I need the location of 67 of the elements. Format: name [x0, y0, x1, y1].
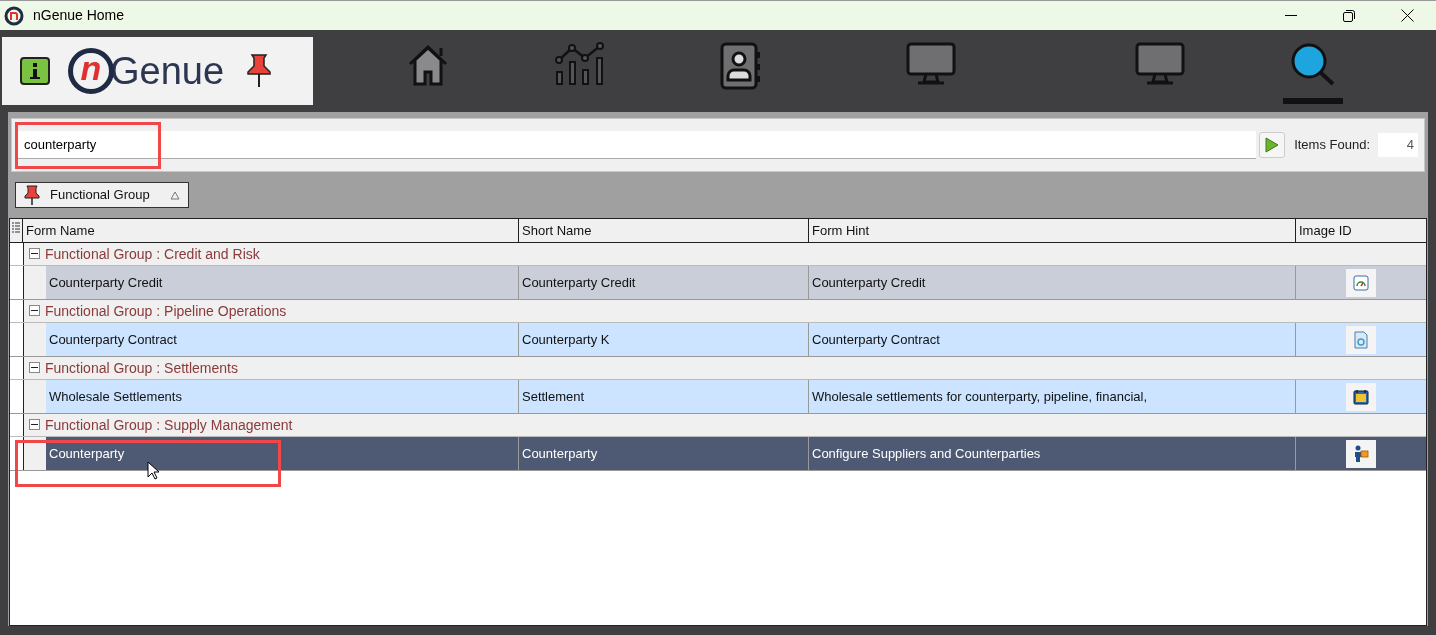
minus-icon	[31, 421, 38, 428]
column-chooser-icon[interactable]	[12, 222, 20, 233]
group-row[interactable]: Functional Group : Credit and Risk	[24, 243, 1426, 265]
sort-triangle-icon	[169, 190, 180, 200]
chart-icon	[555, 42, 605, 86]
group-label: Functional Group : Settlements	[45, 359, 238, 378]
group-label: Functional Group : Credit and Risk	[45, 245, 260, 264]
gauge-icon	[1346, 268, 1376, 297]
column-header[interactable]: Image ID	[1296, 219, 1426, 242]
collapse-toggle[interactable]	[29, 248, 40, 259]
table-cell: Counterparty	[519, 437, 809, 470]
table-cell: Wholesale settlements for counterparty, pipeline, financial,	[809, 380, 1296, 413]
document-icon	[1346, 325, 1376, 354]
table-cell: Counterparty Credit	[809, 266, 1296, 299]
group-row[interactable]: Functional Group : Pipeline Operations	[24, 300, 1426, 322]
table-row[interactable]: Counterparty Credit Counterparty Credit Counterparty Credit	[24, 266, 1426, 299]
address-book-icon	[720, 42, 762, 90]
table-cell: Counterparty Credit	[519, 266, 809, 299]
table-row[interactable]: Wholesale Settlements Settlement Wholesale settlements for counterparty, pipeline, financial,	[24, 380, 1426, 413]
table-cell: Counterparty Contract	[46, 323, 519, 356]
group-label: Functional Group : Pipeline Operations	[45, 302, 287, 321]
person-with-box-icon	[1346, 439, 1376, 468]
play-icon	[1265, 137, 1280, 153]
items-found-label: Items Found:	[1294, 136, 1370, 155]
column-header[interactable]: Short Name	[519, 219, 809, 242]
monitor-icon	[1135, 42, 1185, 86]
table-cell: Counterparty Credit	[46, 266, 519, 299]
window-title: nGenue Home	[33, 6, 125, 25]
row-indent	[24, 437, 46, 470]
group-label: Functional Group : Supply Management	[45, 416, 293, 435]
nav-tab[interactable]	[1283, 42, 1343, 104]
minus-icon	[31, 307, 38, 314]
restore-icon	[1343, 9, 1355, 22]
minus-icon	[31, 250, 38, 257]
group-row[interactable]: Functional Group : Supply Management	[24, 414, 1426, 436]
table-cell: Configure Suppliers and Counterparties	[809, 437, 1296, 470]
items-found-count: 4	[1378, 133, 1418, 157]
run-search-button[interactable]	[1259, 132, 1286, 158]
pin-icon[interactable]	[246, 53, 273, 89]
search-field[interactable]: counterparty	[18, 131, 1257, 159]
minimize-icon	[1285, 14, 1297, 17]
row-indent	[24, 323, 46, 356]
group-by-chip[interactable]: Functional Group	[15, 182, 189, 208]
row-indent	[24, 380, 46, 413]
collapse-toggle[interactable]	[29, 362, 40, 373]
column-header[interactable]: Form Hint	[809, 219, 1296, 242]
table-cell: Wholesale Settlements	[46, 380, 519, 413]
close-icon	[1400, 9, 1414, 22]
search-icon	[1290, 42, 1336, 86]
monitor-icon	[906, 42, 956, 86]
column-header[interactable]: Form Name	[23, 219, 519, 242]
group-row[interactable]: Functional Group : Settlements	[24, 357, 1426, 379]
table-row[interactable]: Counterparty Counterparty Configure Suppliers and Counterparties	[24, 437, 1426, 470]
row-indent	[24, 266, 46, 299]
table-row[interactable]: Counterparty Contract Counterparty K Counterparty Contract	[24, 323, 1426, 356]
table-cell: Counterparty K	[519, 323, 809, 356]
table-cell: Counterparty Contract	[809, 323, 1296, 356]
calendar-icon	[1346, 382, 1376, 411]
info-icon[interactable]	[20, 57, 50, 85]
minus-icon	[31, 364, 38, 371]
app-logo-icon	[4, 5, 24, 26]
table-cell: Settlement	[519, 380, 809, 413]
collapse-toggle[interactable]	[29, 419, 40, 430]
collapse-toggle[interactable]	[29, 305, 40, 316]
pin-icon	[24, 185, 40, 205]
ngenue-logo: n Genue	[68, 48, 225, 94]
mouse-cursor-icon	[147, 461, 159, 480]
